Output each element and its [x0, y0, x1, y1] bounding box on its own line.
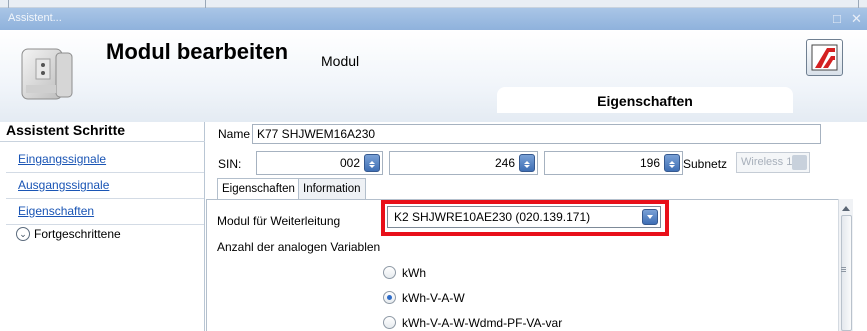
- radio-kwh-full[interactable]: kWh-V-A-W-Wdmd-PF-VA-var: [383, 315, 683, 331]
- top-strip: [0, 0, 867, 8]
- forward-module-label: Modul für Weiterleitung: [217, 214, 341, 228]
- radio-label: kWh-V-A-W: [402, 291, 465, 305]
- analog-variables-label: Anzahl der analogen Variablen: [217, 240, 381, 254]
- sin-value-3: 196: [639, 156, 660, 170]
- highlight-box: [381, 200, 669, 236]
- radio-button[interactable]: [383, 316, 396, 329]
- tab-information[interactable]: Information: [298, 178, 366, 199]
- sidebar-item-properties[interactable]: Eigenschaften: [6, 200, 204, 225]
- sin-label: SIN:: [218, 157, 242, 171]
- vertical-scrollbar[interactable]: [838, 199, 853, 331]
- spinner-icon[interactable]: [519, 154, 535, 172]
- spinner-icon[interactable]: [664, 154, 680, 172]
- sin-stepper-1[interactable]: 002: [256, 151, 383, 175]
- strip-divider: [8, 0, 9, 8]
- subnet-select: Wireless 1: [736, 152, 810, 173]
- sin-stepper-3[interactable]: 196: [544, 151, 683, 175]
- sin-stepper-2[interactable]: 246: [389, 151, 538, 175]
- sidebar-link-properties[interactable]: Eigenschaften: [18, 204, 94, 218]
- page-subtitle: Modul: [321, 53, 360, 69]
- window-title: Assistent...: [8, 12, 62, 24]
- radio-kwh-v-a-w[interactable]: kWh-V-A-W: [383, 290, 683, 306]
- scroll-thumb[interactable]: [841, 215, 852, 331]
- brand-logo-icon: [811, 44, 838, 71]
- name-input[interactable]: K77 SHJWEM16A230: [252, 124, 821, 144]
- divider: [0, 141, 205, 142]
- subnet-value: Wireless 1: [741, 156, 793, 168]
- strip-divider: [205, 0, 206, 8]
- brand-logo-button[interactable]: [806, 39, 843, 76]
- main-panel: Name K77 SHJWEM16A230 SIN: 002 246 196 S…: [206, 122, 867, 331]
- subnet-label: Subnetz: [683, 157, 728, 171]
- wizard-header: Modul bearbeiten Modul Eigenschaften: [0, 30, 867, 122]
- sidebar-link-output-signals[interactable]: Ausgangssignale: [18, 178, 109, 192]
- sidebar-link-input-signals[interactable]: Eingangssignale: [18, 152, 106, 166]
- strip-divider: [858, 0, 859, 8]
- radio-button-selected[interactable]: [383, 291, 396, 304]
- tab-properties[interactable]: Eigenschaften: [217, 178, 300, 200]
- tab-content: Modul für Weiterleitung K2 SHJWRE10AE230…: [206, 199, 851, 331]
- radio-label: kWh: [402, 266, 426, 280]
- name-label: Name: [218, 127, 251, 141]
- scroll-up-icon[interactable]: [842, 202, 850, 211]
- sidebar-advanced-label: Fortgeschrittene: [34, 227, 121, 241]
- sidebar-item-output-signals[interactable]: Ausgangssignale: [6, 174, 204, 199]
- module-device-icon: [21, 48, 73, 100]
- sidebar-title: Assistent Schritte: [6, 122, 126, 138]
- expand-chevron-icon[interactable]: ⌄: [16, 227, 30, 241]
- sin-value-2: 246: [494, 156, 515, 170]
- radio-label: kWh-V-A-W-Wdmd-PF-VA-var: [402, 316, 563, 330]
- radio-button[interactable]: [383, 266, 396, 279]
- sin-value-1: 002: [339, 156, 360, 170]
- chevron-down-icon: [792, 155, 807, 170]
- page-title: Modul bearbeiten: [106, 39, 289, 64]
- radio-kwh[interactable]: kWh: [383, 265, 683, 281]
- sidebar-item-input-signals[interactable]: Eingangssignale: [6, 148, 204, 173]
- header-tab-properties[interactable]: Eigenschaften: [497, 87, 793, 113]
- wizard-sidebar: Assistent Schritte Eingangssignale Ausga…: [0, 122, 205, 331]
- window-titlebar: Assistent... □ ✕: [0, 8, 867, 30]
- sidebar-item-advanced[interactable]: ⌄ Fortgeschrittene: [6, 224, 204, 246]
- maximize-icon[interactable]: □: [833, 11, 841, 26]
- grip-icon: [841, 267, 846, 268]
- close-icon[interactable]: ✕: [851, 11, 862, 27]
- spinner-icon[interactable]: [364, 154, 380, 172]
